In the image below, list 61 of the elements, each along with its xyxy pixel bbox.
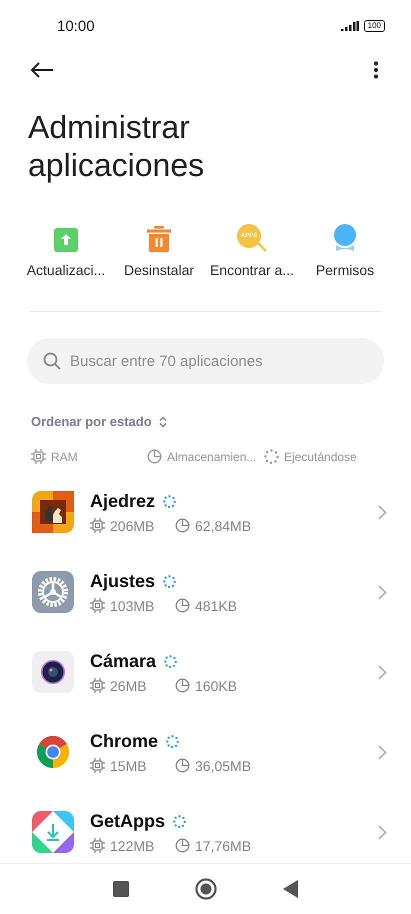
app-name: Ajustes [90,570,156,592]
camera-lens-app-icon [32,651,74,693]
app-name: Ajedrez [90,490,156,512]
chevron-right-icon [378,744,387,760]
store-app-icon [32,811,74,853]
chip-icon [90,838,105,853]
pie-icon [175,518,190,533]
pie-icon [175,598,190,613]
chip-icon [90,598,105,613]
storage-usage: 481KB [195,598,238,614]
app-name: Cámara [90,650,156,672]
legend-label: RAM [51,450,78,464]
ram-usage: 26MB [110,678,148,694]
pie-icon [147,449,162,464]
running-dots-icon [264,449,279,464]
signal-icon [340,21,359,31]
app-name: GetApps [90,810,166,832]
battery-indicator: 100 [364,20,385,32]
chevron-right-icon [378,824,387,840]
action-button[interactable]: Permisos [299,222,391,278]
pie-icon [175,758,190,773]
sort-arrows-icon [158,416,168,428]
pie-icon [175,678,190,693]
search-field[interactable]: Buscar entre 70 aplicaciones [27,338,384,384]
chip-icon [90,758,105,773]
ram-usage: 206MB [110,518,156,534]
chevron-right-icon [378,504,387,520]
storage-usage: 17,76MB [195,838,252,854]
sort-dropdown[interactable]: Ordenar por estado [31,414,168,429]
chip-icon [90,678,105,693]
page-title: Administrar aplicaciones [28,108,206,184]
storage-usage: 36,05MB [195,758,252,774]
action-button[interactable]: Desinstalar [113,222,205,278]
storage-usage: 62,84MB [195,518,252,534]
legend-label: Almacenamien... [167,450,256,464]
back-button[interactable] [283,880,298,898]
app-list-item[interactable]: Chrome 15MB 36,05MB [0,712,411,792]
storage-usage: 160KB [195,678,238,694]
legend-label: Ejecutándose [284,450,357,464]
pie-icon [175,838,190,853]
ram-usage: 122MB [110,838,156,854]
status-time: 10:00 [57,18,95,34]
search-icon [43,352,61,370]
chess-app-icon [32,491,74,533]
chevron-right-icon [378,664,387,680]
more-options-icon[interactable] [373,61,379,79]
chevron-right-icon [378,584,387,600]
app-list-item[interactable]: Cámara 26MB 160KB [0,632,411,712]
chip-icon [90,518,105,533]
ram-usage: 15MB [110,758,148,774]
app-list-item[interactable]: Ajustes 103MB 481KB [0,552,411,632]
gear-app-icon [32,571,74,613]
back-arrow-icon[interactable] [30,62,54,78]
app-list-item[interactable]: GetApps 122MB 17,76MB [0,792,411,863]
chip-icon [31,449,46,464]
app-name: Chrome [90,730,158,752]
action-button[interactable]: Actualizaci... [20,222,112,278]
trash-icon [147,226,171,252]
app-list-item[interactable]: Ajedrez 206MB 62,84MB [0,472,411,552]
home-button[interactable] [195,878,217,900]
ram-usage: 103MB [110,598,156,614]
